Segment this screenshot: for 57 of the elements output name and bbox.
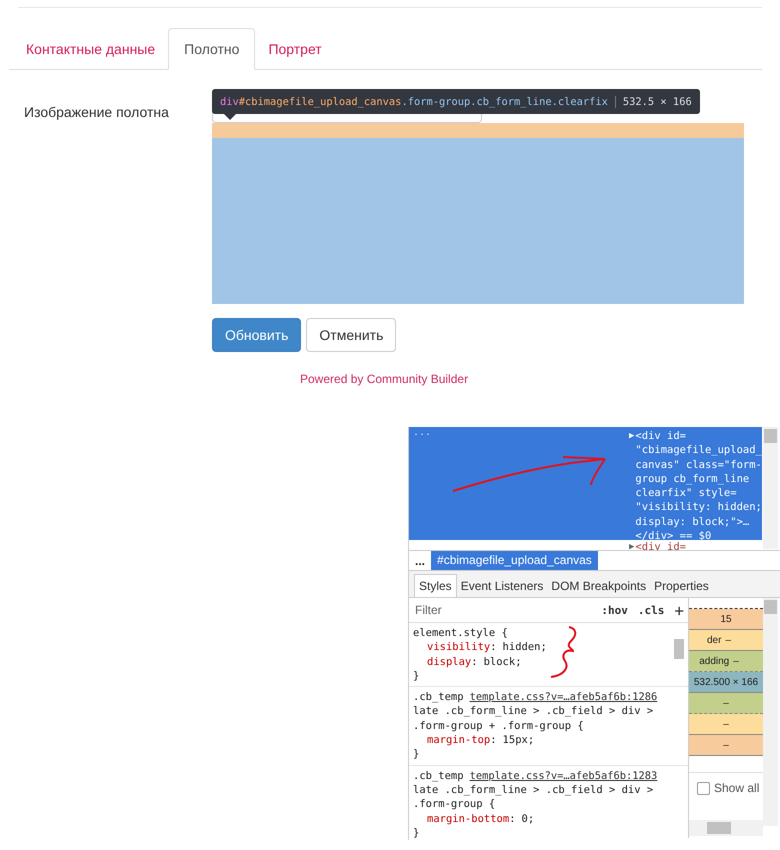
rule-selector: .form-group { — [413, 797, 496, 812]
rule-selector: .form-group + .form-group { — [413, 718, 585, 734]
scrollbar[interactable] — [689, 820, 763, 836]
rule-selector: element.style { — [413, 626, 509, 640]
form-button[interactable]: Обновить — [212, 318, 302, 352]
breadcrumb-more[interactable]: ... — [409, 554, 432, 568]
source-link[interactable]: template.css?v=…afeb5af6b:1283 — [470, 768, 658, 783]
rule-close: } — [413, 747, 420, 762]
powered-by-link[interactable]: Powered by Community Builder — [300, 372, 468, 386]
source-link[interactable]: template.css?v=…afeb5af6b:1286 — [470, 690, 658, 704]
rule-selector: late .cb_form_line > .cb_field > div > — [413, 704, 654, 719]
checkbox[interactable] — [697, 782, 710, 794]
tooltip-selector: div#cbimagefile_upload_canvas.form-group.cb_form_line.clearfix — [220, 96, 608, 108]
rule-selector: .cb_temp — [413, 768, 464, 783]
panel-tab[interactable]: Properties — [650, 575, 713, 597]
box-model-layer: 15 — [689, 609, 763, 630]
box-model-layer: – — [689, 735, 763, 756]
css-declaration[interactable]: margin-top: 15px; — [413, 733, 672, 748]
scrollbar[interactable] — [763, 598, 778, 826]
tab[interactable]: Контактные данные — [15, 28, 166, 69]
rule-close: } — [413, 668, 420, 684]
panel-tab[interactable]: Styles — [414, 574, 457, 597]
rule-selector: .cb_temp — [413, 690, 464, 704]
field-label: Изображение полотна — [24, 104, 170, 122]
box-model-layer: der – — [689, 630, 763, 651]
panel-tab[interactable]: DOM Breakpoints — [547, 575, 650, 597]
scrollbar[interactable] — [763, 427, 778, 549]
breadcrumb-item[interactable]: #cbimagefile_upload_canvas — [431, 551, 598, 570]
panel-tab[interactable]: Event Listeners — [456, 575, 548, 597]
css-declaration[interactable]: margin-bottom: 0; — [413, 812, 672, 826]
css-declaration[interactable]: display: block; — [413, 654, 672, 669]
filter-field[interactable]: Filter — [413, 602, 592, 618]
dom-code-line: group cb_form_line — [635, 472, 750, 486]
dom-code-line: "cbimagefile_upload_ — [635, 443, 762, 458]
selected-dom-node[interactable]: ... ▶<div id= "cbimagefile_upload_ canvas" class="form- group cb_form_line clearfix" style= "visibility: hidden; display: block;">… </div> == $0 — [409, 427, 762, 540]
cls-toggle[interactable]: .cls — [638, 604, 664, 616]
tab[interactable]: Портрет — [257, 28, 333, 69]
dom-code-line: clearfix" style= — [635, 486, 738, 500]
tab[interactable]: Полотно — [168, 28, 256, 70]
add-rule-button[interactable]: + — [674, 600, 684, 620]
dom-code-line: <div id= — [635, 429, 687, 444]
checkbox-label: Show all — [714, 781, 760, 795]
hov-toggle[interactable]: :hov — [601, 604, 628, 616]
dom-code-line: canvas" class="form- — [635, 458, 762, 472]
dom-code-line: "visibility: hidden; — [635, 500, 762, 515]
box-model-layer: 532.500 × 166 — [689, 672, 763, 693]
box-model-layer: adding – — [689, 651, 763, 672]
dom-code-line: </div> == $0 — [635, 529, 712, 542]
box-model-layer: – — [689, 693, 763, 714]
box-model-layer: – — [689, 714, 763, 735]
css-declaration[interactable]: visibility: hidden; — [413, 640, 672, 655]
tooltip-size: 532.5 × 166 — [614, 96, 692, 108]
dom-code-line: display: block;">… — [635, 514, 750, 530]
rule-selector: late .cb_form_line > .cb_field > div > — [413, 782, 654, 798]
form-button[interactable]: Отменить — [306, 318, 396, 352]
rule-close: } — [413, 826, 420, 838]
dom-code-line: <div id= — [635, 540, 686, 550]
